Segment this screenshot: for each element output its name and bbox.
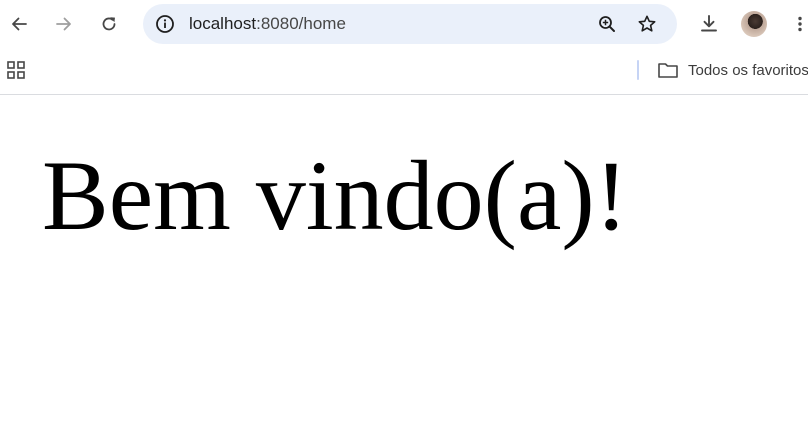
all-bookmarks-folder[interactable]: Todos os favoritos — [657, 58, 808, 82]
apps-grid-icon — [7, 61, 25, 79]
zoom-in-icon — [599, 16, 615, 32]
download-icon — [701, 15, 717, 32]
page-heading: Bem vindo(a)! — [42, 140, 628, 251]
site-info-button[interactable] — [151, 10, 179, 38]
folder-icon — [658, 63, 678, 78]
bookmarks-separator — [637, 60, 639, 80]
back-arrow-icon — [12, 17, 27, 31]
avatar[interactable] — [741, 11, 767, 37]
kebab-menu-icon — [798, 16, 802, 32]
reload-button[interactable] — [93, 8, 125, 40]
all-bookmarks-label: Todos os favoritos — [688, 61, 808, 79]
url-text[interactable]: localhost:8080/home — [189, 4, 346, 44]
star-icon — [638, 15, 656, 32]
downloads-button[interactable] — [693, 8, 725, 40]
forward-arrow-icon — [56, 17, 71, 31]
page-content: Bem vindo(a)! — [0, 95, 808, 440]
bookmarks-bar: Todos os favoritos — [0, 48, 808, 95]
zoom-button[interactable] — [593, 10, 621, 38]
apps-button[interactable] — [4, 58, 28, 82]
menu-button[interactable] — [784, 8, 808, 40]
url-path: :8080/home — [256, 14, 346, 33]
url-host: localhost — [189, 14, 257, 33]
back-button[interactable] — [3, 8, 35, 40]
reload-icon — [102, 17, 116, 31]
info-icon — [156, 15, 174, 33]
browser-toolbar: localhost:8080/home — [0, 0, 808, 48]
bookmark-star-button[interactable] — [633, 10, 661, 38]
forward-button[interactable] — [48, 8, 80, 40]
address-bar[interactable]: localhost:8080/home — [143, 4, 677, 44]
